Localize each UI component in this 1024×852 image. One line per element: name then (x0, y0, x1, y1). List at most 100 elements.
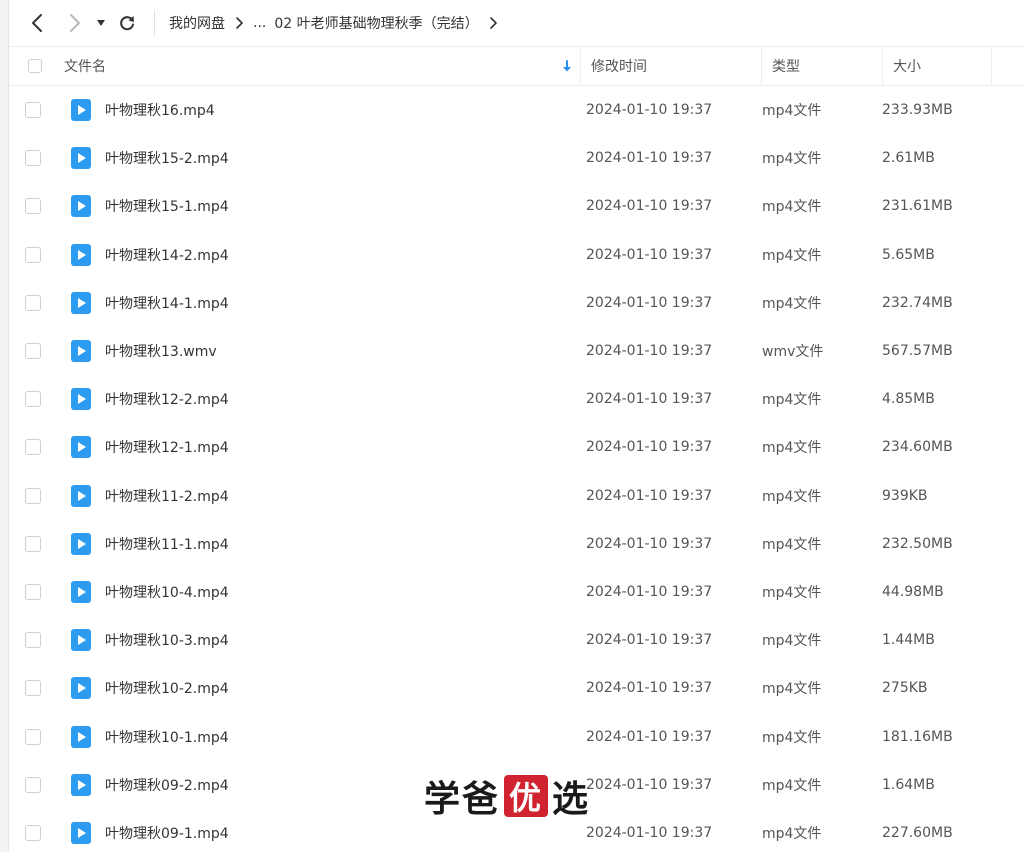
column-header-name[interactable]: 文件名 (64, 47, 580, 85)
file-modified: 2024-01-10 19:37 (586, 150, 713, 167)
file-name-cell[interactable]: 叶物理秋14-2.mp4 (55, 243, 571, 266)
back-button[interactable] (22, 8, 52, 38)
file-row[interactable]: 叶物理秋14-1.mp4 2024-01-10 19:37 mp4文件 232.… (8, 279, 1024, 327)
file-row[interactable]: 叶物理秋14-2.mp4 2024-01-10 19:37 mp4文件 5.65… (8, 231, 1024, 279)
file-row[interactable]: 叶物理秋10-2.mp4 2024-01-10 19:37 mp4文件 275K… (8, 664, 1024, 712)
forward-button[interactable] (60, 8, 90, 38)
row-checkbox[interactable] (25, 632, 41, 649)
file-name: 叶物理秋16.mp4 (105, 103, 215, 120)
row-checkbox[interactable] (25, 294, 41, 311)
row-checkbox[interactable] (25, 439, 41, 456)
file-row[interactable]: 叶物理秋10-3.mp4 2024-01-10 19:37 mp4文件 1.44… (8, 616, 1024, 664)
file-name-cell[interactable]: 叶物理秋16.mp4 (55, 99, 571, 122)
file-row[interactable]: 叶物理秋13.wmv 2024-01-10 19:37 wmv文件 567.57… (8, 327, 1024, 375)
file-name-cell[interactable]: 叶物理秋13.wmv (55, 340, 571, 363)
row-checkbox[interactable] (25, 535, 41, 552)
file-size: 231.61MB (882, 198, 953, 215)
file-modified: 2024-01-10 19:37 (586, 487, 713, 504)
file-size: 5.65MB (882, 246, 935, 263)
file-name: 叶物理秋10-3.mp4 (105, 633, 229, 650)
file-type: mp4文件 (762, 777, 822, 794)
file-name-cell[interactable]: 叶物理秋11-2.mp4 (55, 484, 571, 507)
row-select-cell (8, 198, 55, 215)
file-name-cell[interactable]: 叶物理秋15-1.mp4 (55, 195, 571, 218)
row-checkbox[interactable] (25, 102, 41, 119)
file-row[interactable]: 叶物理秋15-1.mp4 2024-01-10 19:37 mp4文件 231.… (8, 182, 1024, 230)
row-checkbox[interactable] (25, 343, 41, 360)
file-name-cell[interactable]: 叶物理秋09-1.mp4 (55, 821, 571, 844)
file-row[interactable]: 叶物理秋10-1.mp4 2024-01-10 19:37 mp4文件 181.… (8, 712, 1024, 760)
file-name: 叶物理秋10-2.mp4 (105, 681, 229, 698)
file-name-cell[interactable]: 叶物理秋14-1.mp4 (55, 291, 571, 314)
select-all-checkbox[interactable] (28, 59, 42, 73)
refresh-button[interactable] (112, 8, 142, 38)
breadcrumb-current-folder[interactable]: 02 叶老师基础物理秋季（完结） (274, 13, 478, 33)
video-file-icon (71, 821, 91, 844)
row-checkbox[interactable] (25, 391, 41, 408)
file-name-cell[interactable]: 叶物理秋12-1.mp4 (55, 436, 571, 459)
file-name-cell[interactable]: 叶物理秋09-2.mp4 (55, 773, 571, 796)
file-row[interactable]: 叶物理秋09-1.mp4 2024-01-10 19:37 mp4文件 227.… (8, 809, 1024, 852)
file-type: mp4文件 (762, 633, 822, 650)
file-row[interactable]: 叶物理秋11-2.mp4 2024-01-10 19:37 mp4文件 939K… (8, 472, 1024, 520)
file-size: 275KB (882, 680, 928, 697)
file-row[interactable]: 叶物理秋12-1.mp4 2024-01-10 19:37 mp4文件 234.… (8, 423, 1024, 471)
breadcrumb-root[interactable]: 我的网盘 (169, 13, 225, 33)
video-file-icon (71, 388, 91, 411)
row-checkbox[interactable] (25, 776, 41, 793)
video-file-icon (71, 532, 91, 555)
file-name-cell[interactable]: 叶物理秋10-1.mp4 (55, 725, 571, 748)
file-name-cell[interactable]: 叶物理秋15-2.mp4 (55, 147, 571, 170)
row-checkbox[interactable] (25, 680, 41, 697)
video-file-icon (71, 436, 91, 459)
chevron-left-icon (32, 14, 42, 32)
file-row[interactable]: 叶物理秋09-2.mp4 2024-01-10 19:37 mp4文件 1.64… (8, 761, 1024, 809)
file-row[interactable]: 叶物理秋10-4.mp4 2024-01-10 19:37 mp4文件 44.9… (8, 568, 1024, 616)
column-header-type[interactable]: 类型 (762, 47, 882, 85)
file-name: 叶物理秋10-1.mp4 (105, 729, 229, 746)
history-dropdown-button[interactable] (90, 8, 112, 38)
file-list: 叶物理秋16.mp4 2024-01-10 19:37 mp4文件 233.93… (8, 86, 1024, 852)
video-file-icon (71, 99, 91, 122)
column-header-size[interactable]: 大小 (883, 47, 991, 85)
row-select-cell (8, 728, 55, 745)
breadcrumb-ellipsis[interactable]: ... (253, 15, 266, 31)
file-name: 叶物理秋11-2.mp4 (105, 488, 229, 505)
sort-descending-icon[interactable] (562, 60, 572, 72)
row-select-cell (8, 439, 55, 456)
file-manager-window: 我的网盘 ... 02 叶老师基础物理秋季（完结） 文件名 修改时间 类型 大小… (0, 0, 1024, 852)
file-type: mp4文件 (762, 295, 822, 312)
row-checkbox[interactable] (25, 824, 41, 841)
file-row[interactable]: 叶物理秋12-2.mp4 2024-01-10 19:37 mp4文件 4.85… (8, 375, 1024, 423)
row-select-cell (8, 487, 55, 504)
file-modified: 2024-01-10 19:37 (586, 198, 713, 215)
file-modified: 2024-01-10 19:37 (586, 632, 713, 649)
file-row[interactable]: 叶物理秋11-1.mp4 2024-01-10 19:37 mp4文件 232.… (8, 520, 1024, 568)
column-header-modified[interactable]: 修改时间 (581, 47, 761, 85)
row-checkbox[interactable] (25, 198, 41, 215)
row-checkbox[interactable] (25, 583, 41, 600)
file-modified: 2024-01-10 19:37 (586, 343, 713, 360)
column-divider[interactable] (991, 47, 992, 85)
file-name-cell[interactable]: 叶物理秋11-1.mp4 (55, 532, 571, 555)
file-size: 44.98MB (882, 583, 944, 600)
file-modified: 2024-01-10 19:37 (586, 728, 713, 745)
file-name: 叶物理秋15-2.mp4 (105, 151, 229, 168)
row-checkbox[interactable] (25, 150, 41, 167)
row-select-cell (8, 343, 55, 360)
file-name-cell[interactable]: 叶物理秋10-3.mp4 (55, 629, 571, 652)
file-row[interactable]: 叶物理秋15-2.mp4 2024-01-10 19:37 mp4文件 2.61… (8, 134, 1024, 182)
file-size: 567.57MB (882, 343, 953, 360)
file-name-cell[interactable]: 叶物理秋10-2.mp4 (55, 677, 571, 700)
file-name-cell[interactable]: 叶物理秋10-4.mp4 (55, 580, 571, 603)
file-row[interactable]: 叶物理秋16.mp4 2024-01-10 19:37 mp4文件 233.93… (8, 86, 1024, 134)
file-type: mp4文件 (762, 199, 822, 216)
caret-down-icon (97, 20, 105, 26)
file-name: 叶物理秋12-1.mp4 (105, 440, 229, 457)
file-name-cell[interactable]: 叶物理秋12-2.mp4 (55, 388, 571, 411)
row-checkbox[interactable] (25, 246, 41, 263)
file-type: mp4文件 (762, 151, 822, 168)
select-all-cell (8, 59, 64, 73)
row-checkbox[interactable] (25, 728, 41, 745)
row-checkbox[interactable] (25, 487, 41, 504)
